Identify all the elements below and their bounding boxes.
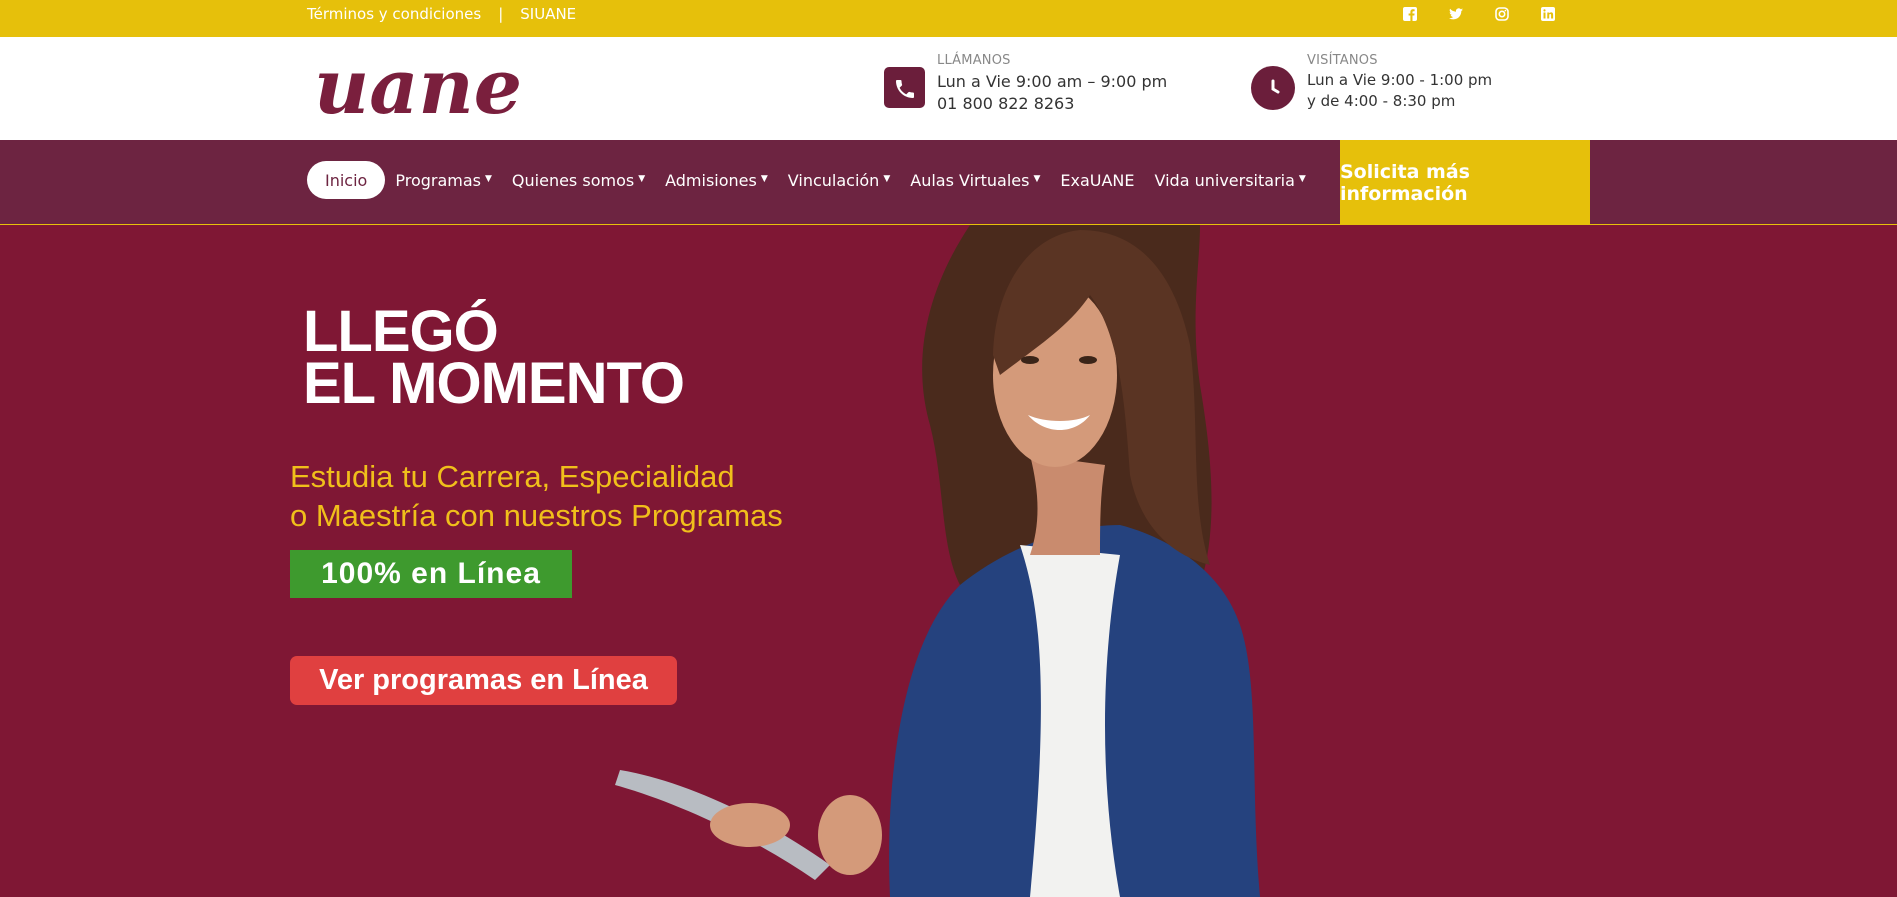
logo-text: uane	[314, 55, 522, 127]
facebook-icon[interactable]	[1402, 6, 1418, 22]
phone-icon	[884, 67, 925, 108]
twitter-icon[interactable]	[1448, 6, 1464, 22]
hero-subtitle: Estudia tu Carrera, Especialidad o Maest…	[290, 457, 783, 535]
site-header: uane LLÁMANOS Lun a Vie 9:00 am – 9:00 p…	[0, 37, 1897, 140]
visit-info: VISÍTANOS Lun a Vie 9:00 - 1:00 pm y de …	[1251, 53, 1492, 110]
chevron-down-icon: ▼	[883, 174, 891, 184]
chevron-down-icon: ▼	[1298, 174, 1306, 184]
chevron-down-icon: ▼	[485, 174, 492, 184]
call-label: LLÁMANOS	[937, 53, 1011, 68]
hero-title: LLEGÓ EL MOMENTO	[303, 303, 685, 416]
chevron-down-icon: ▼	[760, 174, 768, 184]
student-photo	[600, 225, 1320, 897]
top-bar: Términos y condiciones | SIUANE	[0, 0, 1897, 37]
hero-title-line-2: EL MOMENTO	[303, 351, 685, 416]
linkedin-icon[interactable]	[1540, 6, 1556, 22]
call-phone[interactable]: 01 800 822 8263	[937, 95, 1167, 112]
chevron-down-icon: ▼	[638, 174, 646, 184]
visit-hours-2: y de 4:00 - 8:30 pm	[1307, 92, 1456, 110]
nav-item-vida-universitaria[interactable]: Vida universitaria ▼	[1145, 161, 1316, 199]
terms-link[interactable]: Términos y condiciones	[307, 5, 481, 23]
uane-logo[interactable]: uane	[312, 42, 548, 131]
request-info-button[interactable]: Solicita más información	[1340, 140, 1590, 225]
hero-banner: LLEGÓ EL MOMENTO Estudia tu Carrera, Esp…	[0, 225, 1897, 897]
nav-item-admisiones[interactable]: Admisiones ▼	[655, 161, 778, 199]
nav-item-programas[interactable]: Programas ▼	[385, 161, 502, 199]
hero-subtitle-line-1: Estudia tu Carrera, Especialidad	[290, 459, 735, 494]
top-links-separator: |	[498, 5, 504, 23]
view-online-programs-button[interactable]: Ver programas en Línea	[290, 656, 677, 705]
online-badge: 100% en Línea	[290, 550, 572, 598]
chevron-down-icon: ▼	[1033, 174, 1041, 184]
clock-icon	[1251, 66, 1295, 110]
hero-subtitle-line-2: o Maestría con nuestros Programas	[290, 498, 783, 533]
nav-item-vinculacion[interactable]: Vinculación ▼	[778, 161, 900, 199]
top-links: Términos y condiciones | SIUANE	[307, 5, 576, 23]
nav-item-exauane[interactable]: ExaUANE	[1050, 161, 1144, 199]
main-nav: Inicio Programas ▼ Quienes somos ▼ Admisio…	[0, 140, 1897, 225]
visit-hours-1: Lun a Vie 9:00 - 1:00 pm	[1307, 71, 1493, 89]
instagram-icon[interactable]	[1494, 6, 1510, 22]
siuane-link[interactable]: SIUANE	[520, 5, 576, 23]
nav-item-quienes-somos[interactable]: Quienes somos ▼	[502, 161, 655, 199]
nav-item-inicio[interactable]: Inicio	[307, 161, 386, 199]
visit-label: VISÍTANOS	[1307, 53, 1378, 68]
nav-item-aulas-virtuales[interactable]: Aulas Virtuales ▼	[900, 161, 1050, 199]
call-hours: Lun a Vie 9:00 am – 9:00 pm	[937, 72, 1168, 91]
call-info: LLÁMANOS Lun a Vie 9:00 am – 9:00 pm 01 …	[884, 53, 1167, 112]
